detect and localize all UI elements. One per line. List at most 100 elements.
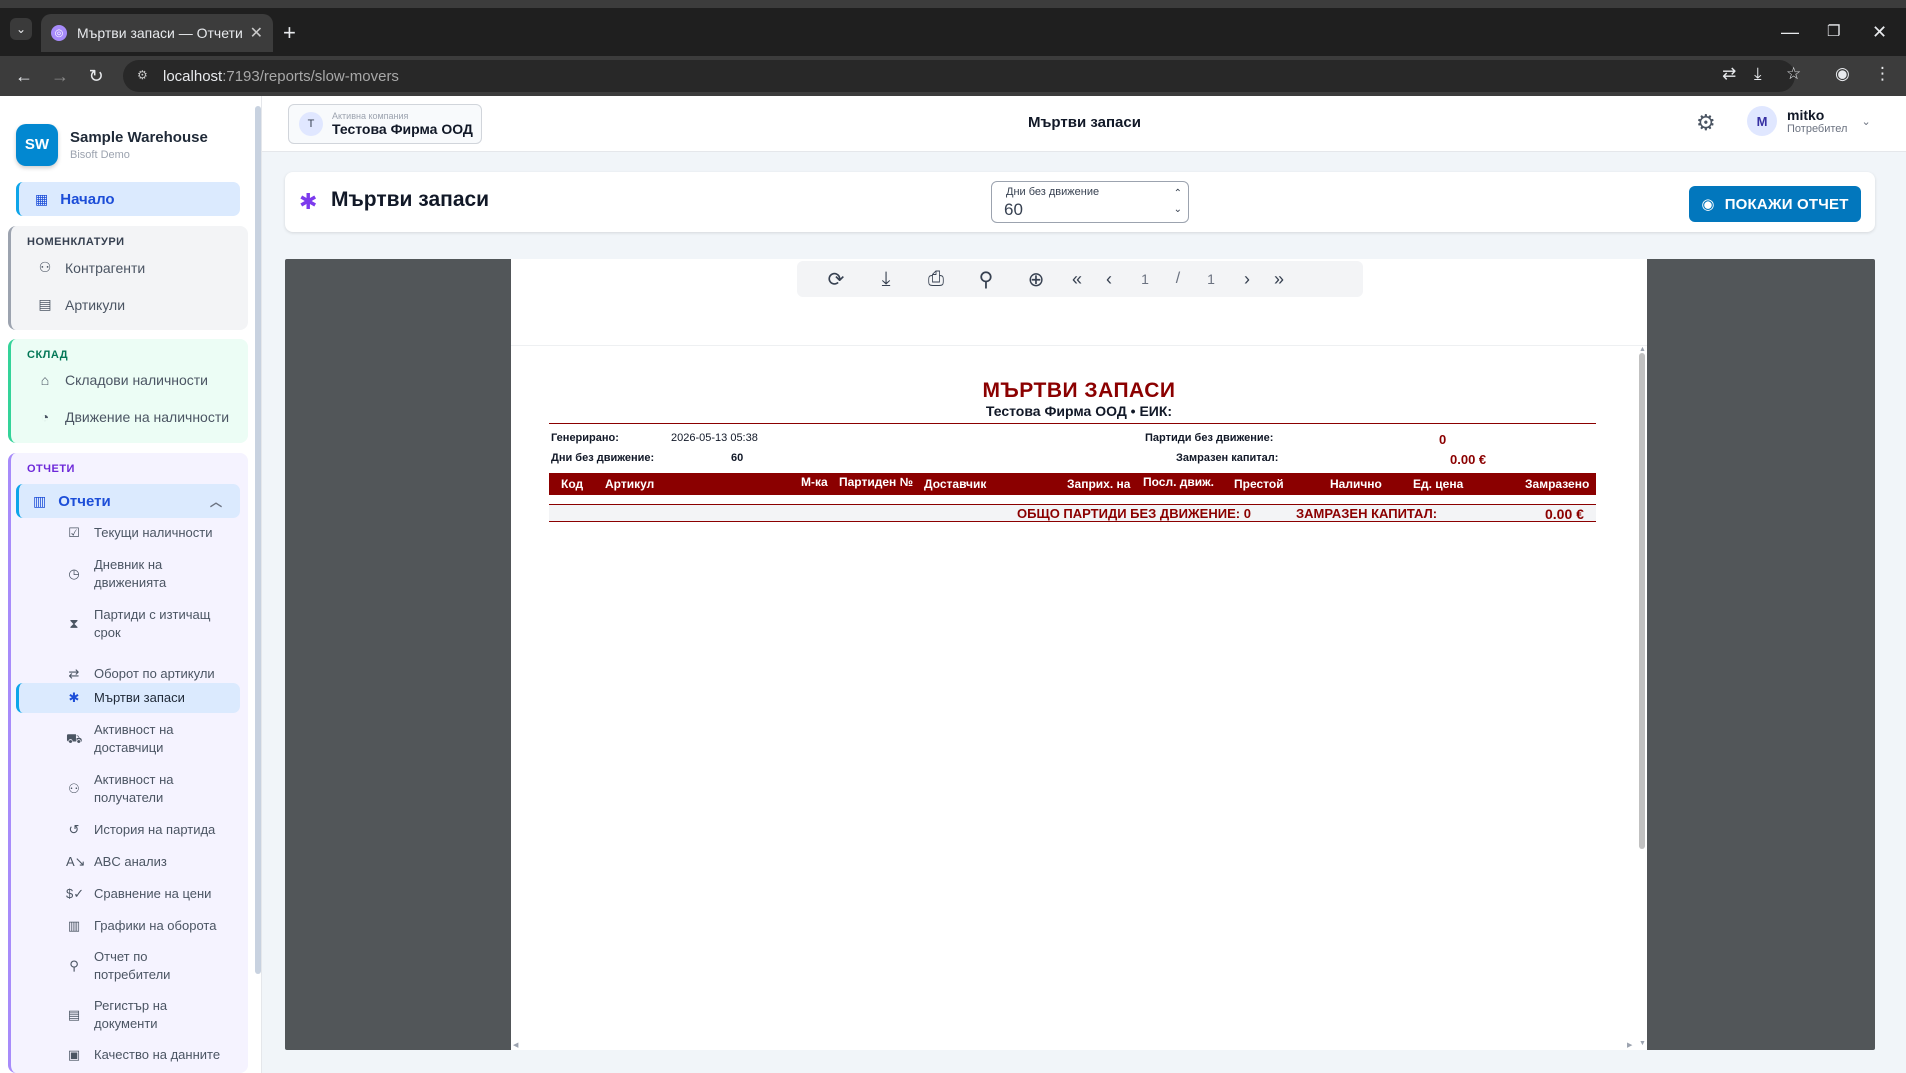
report-link-turnover[interactable]: ⇄ Оборот по артикули [66, 665, 226, 683]
page-number-input[interactable]: 1 [1125, 267, 1165, 291]
sidebar-item-reports[interactable]: ▥ Отчети ︿ [16, 484, 240, 518]
scroll-right-icon[interactable]: ▶ [1627, 1041, 1632, 1049]
zoom-in-icon[interactable]: ⊕ [1011, 267, 1061, 292]
back-arrow-icon[interactable]: ← [12, 64, 36, 88]
sidebar-item-label: Отчети [58, 492, 111, 510]
brand-name: Sample Warehouse [70, 128, 208, 146]
browser-menu-icon[interactable]: ⋮ [1874, 64, 1891, 84]
tab-close-icon[interactable]: ✕ [250, 23, 263, 43]
sort-az-icon: A↘ [66, 854, 86, 869]
print-icon[interactable]: ⎙ [911, 268, 961, 291]
scroll-down-icon[interactable]: ▼ [1639, 1040, 1646, 1047]
report-link-movement-log[interactable]: ◷ Дневник на движенията [66, 556, 226, 592]
sidebar-item-home[interactable]: ▦ Начало [16, 182, 240, 216]
prev-page-icon[interactable]: ‹ [1093, 269, 1125, 290]
restore-icon[interactable]: ❐ [1827, 22, 1840, 40]
report-link-label: Активност на доставчици [94, 722, 174, 755]
browser-tabbar: ⌄ ◎ Мъртви запаси — Отчети ✕ + — ❐ ✕ [0, 0, 1906, 56]
report-link-data-quality[interactable]: ▣ Качество на данните [66, 1046, 226, 1064]
profile-icon[interactable]: ◉ [1835, 64, 1850, 84]
brand-logo: SW [16, 123, 58, 166]
report-link-recipient-activity[interactable]: ⚇ Активност на получатели [66, 771, 226, 807]
tab-favicon-icon: ◎ [51, 25, 67, 41]
sidebar-item-articles[interactable]: ▤ Артикули [35, 296, 125, 313]
report-link-expiring-batches[interactable]: ⧗ Партиди с изтичащ срок [66, 606, 226, 642]
generated-value: 2026-05-13 05:38 [671, 432, 758, 444]
address-bar[interactable]: ⚙ localhost:7193/reports/slow-movers [123, 60, 1795, 92]
browser-toolbar: ← → ↻ ⚙ localhost:7193/reports/slow-move… [0, 56, 1906, 96]
chevron-up-icon[interactable]: ︿ [210, 493, 222, 510]
last-page-icon[interactable]: » [1263, 269, 1295, 290]
tab-list-chevron-icon[interactable]: ⌄ [10, 18, 32, 40]
report-link-batch-history[interactable]: ↺ История на партида [66, 821, 226, 839]
box-icon: ▤ [38, 296, 52, 312]
report-link-label: Текущи наличности [94, 525, 213, 540]
first-page-icon[interactable]: « [1061, 269, 1093, 290]
report-link-turnover-charts[interactable]: ▥ Графики на оборота [66, 917, 226, 935]
col-received-on: Заприх. на [1067, 477, 1131, 491]
truck-icon: ⛟ [66, 731, 83, 746]
sidebar-scrollbar[interactable] [255, 106, 261, 974]
report-link-doc-register[interactable]: ▤ Регистър на документи [66, 997, 226, 1033]
sidebar-item-stock[interactable]: ⌂ Складови наличности [35, 372, 208, 388]
nav-group-title: НОМЕНКЛАТУРИ [27, 236, 125, 248]
nav-group-title: ОТЧЕТИ [27, 463, 75, 475]
nav-group-warehouse: СКЛАД ⌂ Складови наличности ◔ Движение н… [8, 339, 248, 443]
browser-tab-active[interactable]: ◎ Мъртви запаси — Отчети ✕ [41, 14, 273, 52]
minimize-icon[interactable]: — [1781, 22, 1799, 43]
user-search-icon: ⚲ [69, 958, 79, 973]
days-field-value[interactable]: 60 [1004, 200, 1023, 220]
translate-icon[interactable]: ⇄ [1722, 64, 1736, 84]
search-icon[interactable]: ⚲ [961, 267, 1011, 292]
sidebar-item-label: Складови наличности [65, 372, 209, 388]
site-info-icon[interactable]: ⚙ [137, 68, 153, 84]
sidebar-item-stock-movement[interactable]: ◔ Движение на наличности [35, 409, 229, 425]
report-link-label: Графики на оборота [94, 918, 217, 933]
history-icon: ↺ [68, 822, 80, 837]
report-link-abc[interactable]: A↘ ABC анализ [66, 853, 226, 871]
user-menu[interactable]: M mitko Потребител ⌄ [1747, 106, 1871, 136]
number-spinner-icon[interactable]: ⌃ ⌄ [1174, 186, 1182, 218]
people-icon: ⚇ [38, 259, 52, 275]
eye-icon: ◉ [1701, 196, 1715, 213]
report-link-label: Мъртви запаси [94, 690, 185, 705]
scroll-up-icon[interactable]: ▲ [1639, 346, 1646, 353]
sidebar-item-contractors[interactable]: ⚇ Контрагенти [35, 259, 146, 276]
col-frozen: Замразено [1525, 477, 1590, 491]
page-total: 1 [1207, 271, 1215, 287]
report-link-current-stock[interactable]: ☑ Текущи наличности [66, 524, 226, 542]
new-tab-plus-icon[interactable]: + [283, 22, 296, 44]
reload-icon[interactable]: ↻ [84, 64, 108, 88]
viewer-scrollbar[interactable] [1639, 353, 1645, 849]
report-link-supplier-activity[interactable]: ⛟ Активност на доставчици [66, 721, 226, 757]
report-link-label: Дневник на движенията [94, 557, 167, 590]
company-selector[interactable]: Т Активна компания Тестова Фирма ООД [288, 104, 482, 144]
install-app-icon[interactable]: ⤓ [1754, 64, 1762, 84]
report-link-price-compare[interactable]: $✓ Сравнение на цени [66, 885, 226, 903]
show-report-button[interactable]: ◉ ПОКАЖИ ОТЧЕТ [1689, 186, 1861, 222]
window-close-icon[interactable]: ✕ [1872, 22, 1887, 43]
people-icon: ⚇ [68, 781, 80, 796]
frozen-label: Замразен капитал: [1176, 452, 1279, 464]
history-icon: ◷ [68, 566, 80, 581]
avatar: M [1747, 106, 1777, 136]
report-rule [549, 423, 1596, 424]
report-link-label: Регистър на документи [94, 998, 168, 1031]
archive-icon: ▤ [67, 1007, 81, 1022]
refresh-icon[interactable]: ⟳ [811, 267, 861, 292]
report-link-users[interactable]: ⚲ Отчет по потребители [66, 948, 226, 984]
top-header: Т Активна компания Тестова Фирма ООД Мър… [262, 96, 1906, 152]
footer-frozen-value: 0.00 € [1545, 506, 1584, 522]
bookmark-star-icon[interactable]: ☆ [1786, 64, 1801, 84]
days-without-movement-field[interactable]: Дни без движение 60 ⌃ ⌄ [991, 181, 1189, 223]
report-link-slow-movers[interactable]: ✱ Мъртви запаси [66, 689, 226, 707]
scroll-left-icon[interactable]: ◀ [513, 1041, 518, 1049]
dashboard-icon: ▦ [35, 190, 49, 207]
forward-arrow-icon[interactable]: → [48, 64, 72, 88]
hourglass-icon: ⧗ [69, 616, 79, 631]
viewer-divider [511, 345, 1647, 346]
frozen-value: 0.00 € [1450, 452, 1487, 467]
next-page-icon[interactable]: › [1231, 269, 1263, 290]
gear-icon[interactable]: ⚙ [1696, 110, 1716, 136]
download-icon[interactable]: ⤓ [861, 268, 911, 291]
